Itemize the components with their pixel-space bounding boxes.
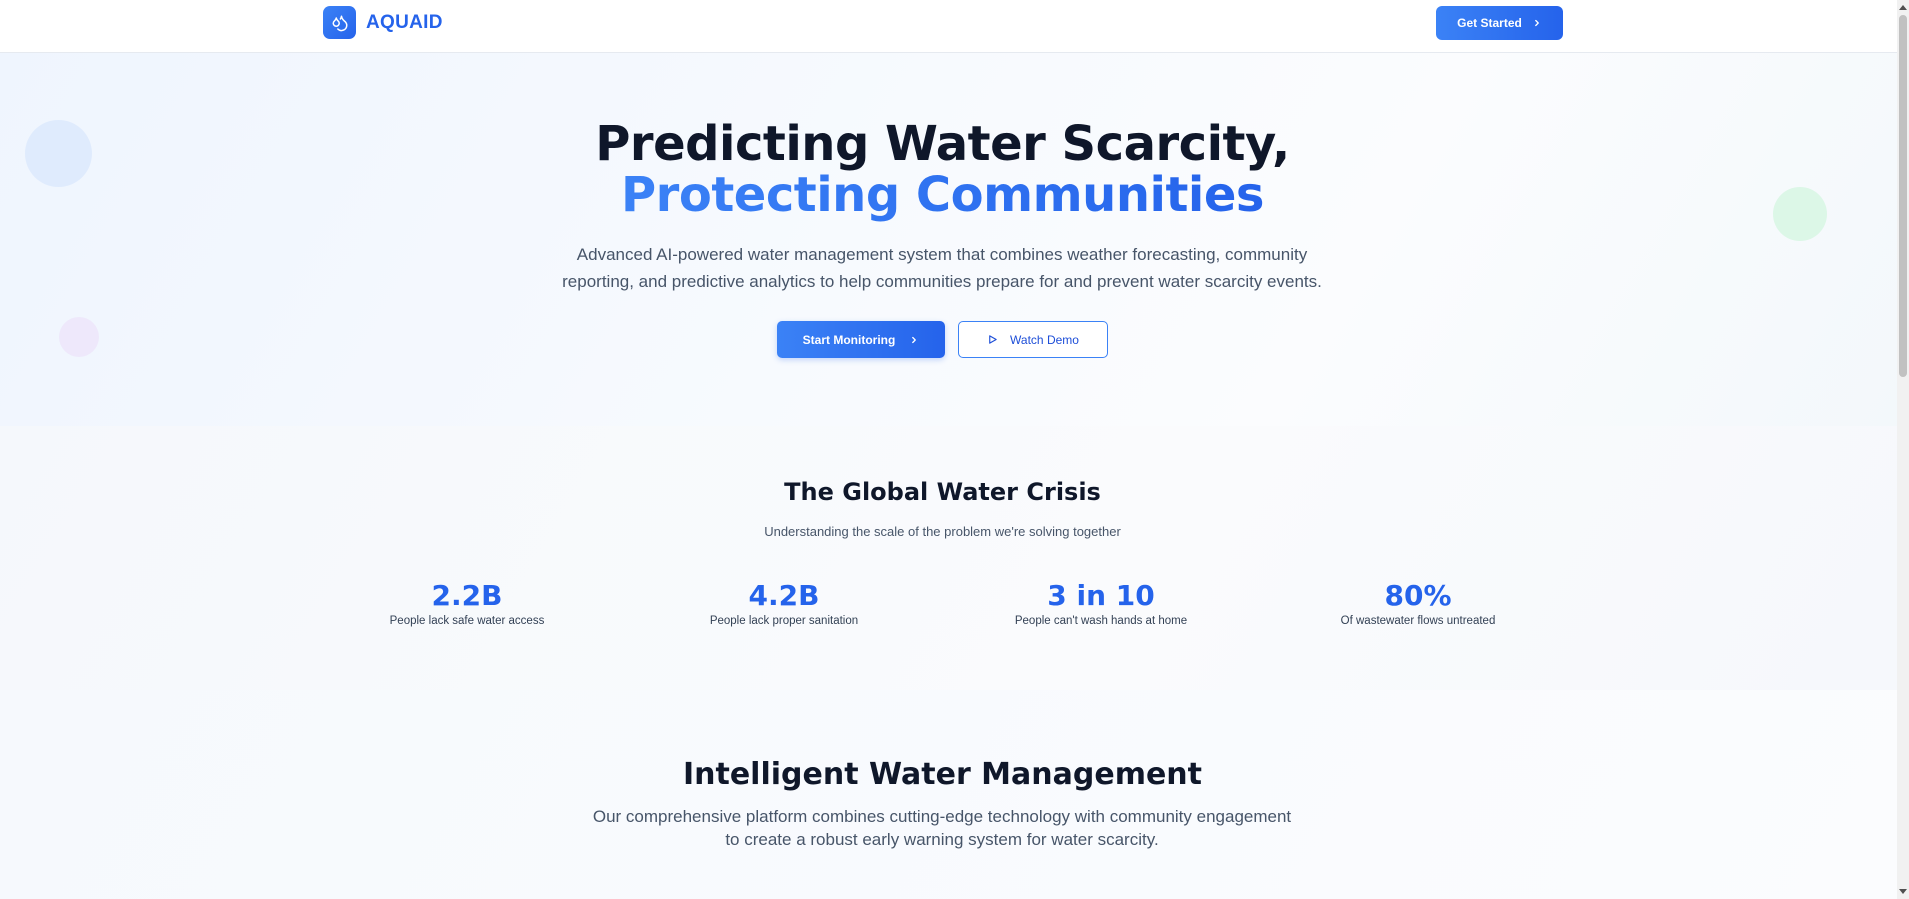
hero-title-highlight: Protecting Communities <box>621 167 1264 223</box>
stat-value: 2.2B <box>431 579 503 612</box>
stat-label: People lack safe water access <box>389 615 545 627</box>
hero-description: Advanced AI-powered water management sys… <box>562 245 1322 291</box>
stat-label: People can't wash hands at home <box>1014 615 1188 627</box>
stat-card: 80% Of wastewater flows untreated <box>1288 579 1548 627</box>
droplets-icon <box>323 6 356 39</box>
stat-card: 4.2B People lack proper sanitation <box>654 579 914 627</box>
stat-card: 2.2B People lack safe water access <box>337 579 597 627</box>
features-section: Intelligent Water Management Our compreh… <box>0 690 1897 899</box>
scrollbar-thumb[interactable] <box>1899 15 1907 377</box>
crisis-subtitle: Understanding the scale of the problem w… <box>764 524 1121 539</box>
watch-demo-label: Watch Demo <box>1010 332 1079 347</box>
stat-value: 4.2B <box>748 579 820 612</box>
crisis-title: The Global Water Crisis <box>784 478 1101 506</box>
get-started-label: Get Started <box>1457 16 1522 30</box>
decorative-circle <box>59 317 99 357</box>
top-nav: AQUAID Get Started <box>0 0 1897 53</box>
hero-section: Predicting Water Scarcity, Protecting Co… <box>0 53 1897 426</box>
get-started-button[interactable]: Get Started <box>1436 6 1563 40</box>
stat-label: Of wastewater flows untreated <box>1340 615 1496 627</box>
hero-title-line2: Protecting Communities <box>0 170 1885 221</box>
global-water-crisis-section: The Global Water Crisis Understanding th… <box>0 426 1897 690</box>
chevron-right-icon <box>1534 19 1539 27</box>
scroll-down-arrow-icon[interactable] <box>1899 889 1907 894</box>
scroll-up-arrow-icon[interactable] <box>1899 5 1907 10</box>
stat-value: 80% <box>1384 579 1452 612</box>
stat-value: 3 in 10 <box>1047 579 1155 612</box>
chevron-right-icon <box>912 336 917 343</box>
hero-title-line1: Predicting Water Scarcity, <box>595 116 1290 172</box>
brand-name: AQUAID <box>366 11 443 33</box>
watch-demo-button[interactable]: Watch Demo <box>958 321 1108 358</box>
stat-label: People lack proper sanitation <box>709 615 859 627</box>
page: AQUAID Get Started Predicting Water Scar… <box>0 0 1897 899</box>
brand-logo[interactable]: AQUAID <box>323 6 443 39</box>
stat-card: 3 in 10 People can't wash hands at home <box>971 579 1231 627</box>
vertical-scrollbar[interactable] <box>1897 0 1909 899</box>
features-title: Intelligent Water Management <box>682 757 1203 792</box>
start-monitoring-label: Start Monitoring <box>802 332 896 347</box>
start-monitoring-button[interactable]: Start Monitoring <box>777 321 945 358</box>
play-icon <box>989 335 997 344</box>
features-description: Our comprehensive platform combines cutt… <box>592 807 1292 849</box>
